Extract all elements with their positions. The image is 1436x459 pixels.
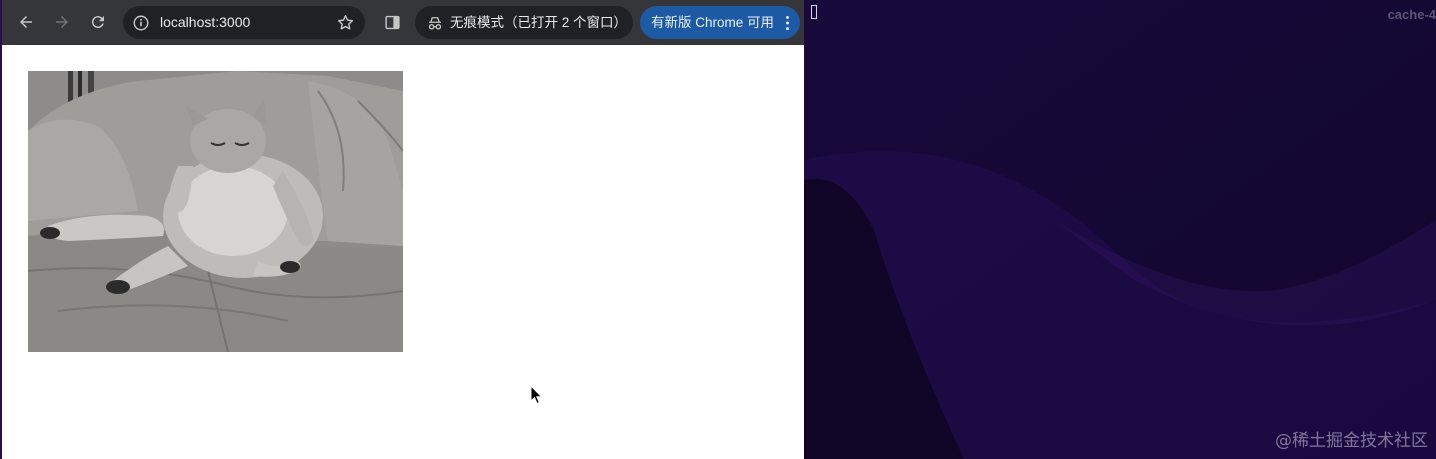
more-vert-icon[interactable] [780,13,794,33]
side-panel-icon [384,15,400,29]
incognito-label: 无痕模式（已打开 2 个窗口） [450,15,628,30]
update-label: 有新版 Chrome 可用 [651,15,775,30]
page-viewport [2,45,804,459]
desktop: localhost:3000 无痕模式（已打开 2 个窗口） 有新版 Chrom… [0,0,1436,459]
url-text[interactable]: localhost:3000 [160,14,250,31]
terminal-cursor [811,5,817,19]
reload-icon [91,16,104,29]
cat-image [28,71,403,352]
chrome-update-button[interactable]: 有新版 Chrome 可用 [640,6,800,39]
terminal-window[interactable]: cache-4 @稀土掘金技术社区 [804,0,1436,459]
address-bar[interactable]: localhost:3000 [123,6,365,39]
browser-toolbar: localhost:3000 无痕模式（已打开 2 个窗口） 有新版 Chrom… [2,0,804,45]
browser-window: localhost:3000 无痕模式（已打开 2 个窗口） 有新版 Chrom… [0,0,804,459]
arrow-left-icon [20,16,32,28]
star-icon[interactable] [335,12,355,32]
reload-button[interactable] [85,9,111,35]
incognito-chip[interactable]: 无痕模式（已打开 2 个窗口） [415,6,633,39]
arrow-right-icon [56,16,68,28]
back-button[interactable] [13,9,39,35]
site-info-icon[interactable] [131,13,151,33]
mouse-cursor-icon [530,385,543,405]
forward-button[interactable] [49,9,75,35]
terminal-title: cache-4 [1387,7,1436,22]
watermark: @稀土掘金技术社区 [1275,431,1428,451]
terminal-background [804,0,1436,459]
incognito-icon [425,13,445,33]
side-panel-button[interactable] [382,12,402,32]
